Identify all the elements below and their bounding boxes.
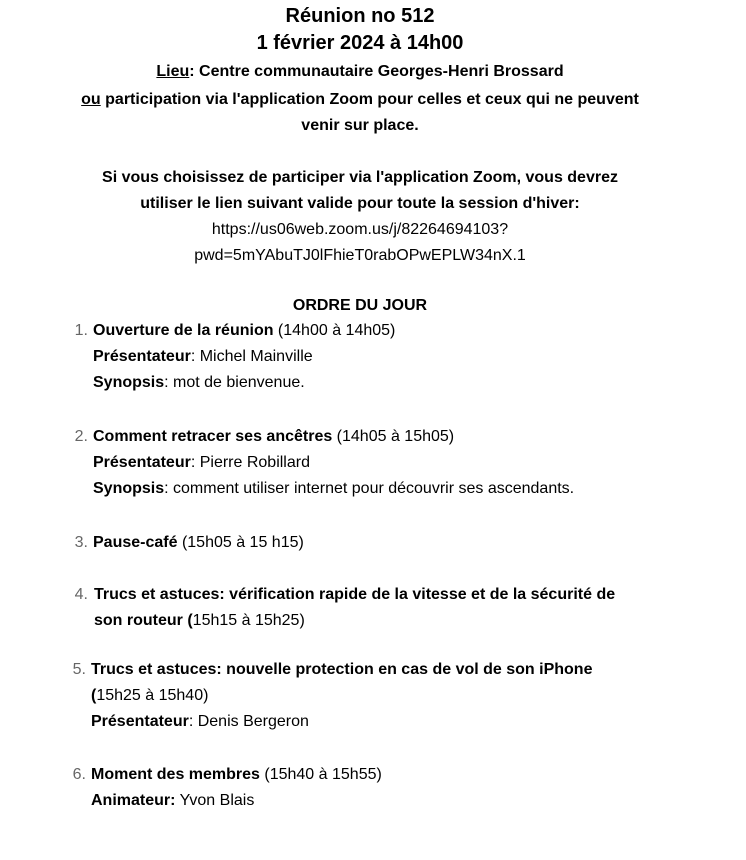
presenter-label: Présentateur bbox=[91, 713, 189, 730]
item-presenter-line: Présentateur: Michel Mainville bbox=[93, 344, 395, 370]
item-title-line: Pause-café (15h05 à 15 h15) bbox=[93, 530, 304, 556]
presenter-name: : Michel Mainville bbox=[190, 348, 313, 365]
presenter-label: Présentateur bbox=[93, 454, 191, 471]
item-time: 15h25 à 15h40) bbox=[96, 687, 209, 704]
item-number: 6. bbox=[72, 766, 86, 783]
item-synopsis-line: Synopsis: comment utiliser internet pour… bbox=[93, 476, 574, 502]
synopsis-text: : mot de bienvenue. bbox=[164, 374, 305, 391]
item-presenter-line: Présentateur: Denis Bergeron bbox=[91, 709, 592, 735]
item-number: 5. bbox=[72, 661, 86, 678]
zoom-alternative-line: ou participation via l'application Zoom … bbox=[0, 91, 720, 109]
location-label: Lieu bbox=[156, 63, 190, 80]
synopsis-text: : comment utiliser internet pour découvr… bbox=[164, 480, 575, 497]
item-title-line: Moment des membres (15h40 à 15h55) bbox=[91, 762, 382, 788]
item-title-line: Comment retracer ses ancêtres (14h05 à 1… bbox=[93, 424, 574, 450]
ou-label: ou bbox=[81, 91, 101, 108]
item-number: 1. bbox=[74, 322, 88, 339]
item-number: 3. bbox=[74, 534, 88, 551]
zoom-link-part2[interactable]: pwd=5mYAbuTJ0lFhieT0rabOPwEPLW34nX.1 bbox=[0, 247, 720, 265]
item-title: Pause-café bbox=[93, 534, 178, 551]
item-animator-line: Animateur: Yvon Blais bbox=[91, 788, 382, 814]
item-number: 4. bbox=[74, 586, 88, 603]
item-title-line1: Trucs et astuces: nouvelle protection en… bbox=[91, 661, 593, 678]
item-title-line1: Trucs et astuces: vérification rapide de… bbox=[94, 586, 616, 603]
item-presenter-line: Présentateur: Pierre Robillard bbox=[93, 450, 574, 476]
presenter-label: Présentateur bbox=[93, 348, 191, 365]
meeting-title: Réunion no 512 bbox=[285, 5, 435, 27]
item-time: (14h05 à 15h05) bbox=[332, 428, 455, 445]
item-title-line2: (15h25 à 15h40) bbox=[91, 683, 592, 709]
animator-name: Yvon Blais bbox=[175, 792, 255, 809]
synopsis-label: Synopsis bbox=[93, 374, 165, 391]
item-title: Ouverture de la réunion bbox=[93, 322, 274, 339]
location-line: Lieu: Centre communautaire Georges-Henri… bbox=[0, 63, 720, 81]
meeting-date: 1 février 2024 à 14h00 bbox=[256, 32, 464, 54]
location-value: : Centre communautaire Georges-Henri Bro… bbox=[189, 63, 564, 80]
item-time: (15h40 à 15h55) bbox=[259, 766, 382, 783]
zoom-info-line2: utiliser le lien suivant valide pour tou… bbox=[140, 195, 580, 212]
zoom-alternative-line2: venir sur place. bbox=[301, 117, 419, 134]
presenter-name: : Pierre Robillard bbox=[190, 454, 310, 471]
zoom-info-line1: Si vous choisissez de participer via l'a… bbox=[102, 169, 618, 186]
item-time: (15h05 à 15 h15) bbox=[177, 534, 304, 551]
zoom-alternative-text: participation via l'application Zoom pou… bbox=[100, 91, 639, 108]
presenter-name: : Denis Bergeron bbox=[188, 713, 309, 730]
item-title: Moment des membres bbox=[91, 766, 260, 783]
item-synopsis-line: Synopsis: mot de bienvenue. bbox=[93, 370, 395, 396]
item-title-line: Ouverture de la réunion (14h00 à 14h05) bbox=[93, 318, 395, 344]
item-time: (14h00 à 14h05) bbox=[273, 322, 396, 339]
item-number: 2. bbox=[74, 428, 88, 445]
agenda-heading: ORDRE DU JOUR bbox=[292, 297, 428, 314]
item-title-continued: son routeur ( bbox=[94, 612, 193, 629]
zoom-link-part1[interactable]: https://us06web.zoom.us/j/82264694103? bbox=[0, 221, 720, 239]
item-title: Comment retracer ses ancêtres bbox=[93, 428, 333, 445]
item-time: 15h15 à 15h25) bbox=[192, 612, 305, 629]
synopsis-label: Synopsis bbox=[93, 480, 165, 497]
animator-label: Animateur: bbox=[91, 792, 176, 809]
item-title-line2: son routeur (15h15 à 15h25) bbox=[94, 608, 615, 634]
